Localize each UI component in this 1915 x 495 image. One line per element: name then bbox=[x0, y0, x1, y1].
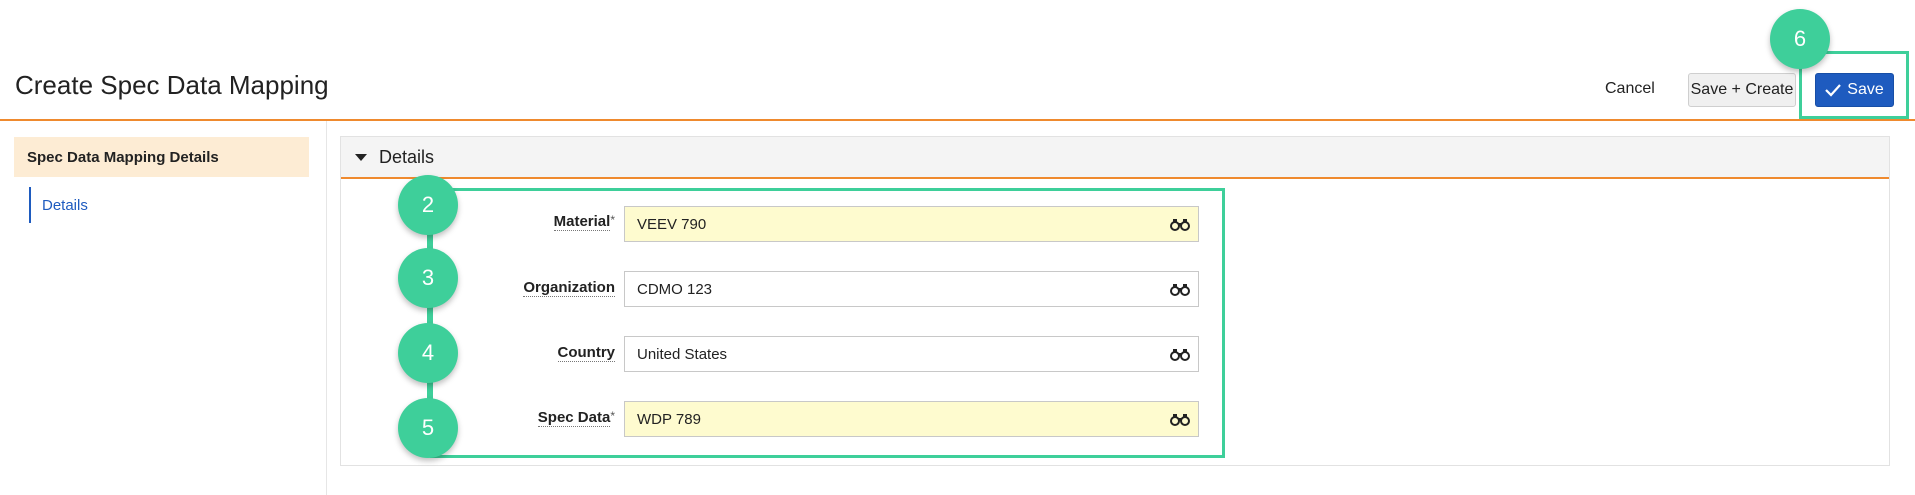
sidebar-section-details[interactable]: Spec Data Mapping Details bbox=[14, 137, 309, 177]
caret-down-icon[interactable] bbox=[355, 153, 367, 161]
material-value: VEEV 790 bbox=[637, 215, 707, 233]
spec-data-label-text: Spec Data bbox=[537, 409, 611, 427]
country-label-text: Country bbox=[557, 344, 615, 362]
country-value: United States bbox=[637, 345, 728, 363]
organization-field[interactable]: CDMO 123 bbox=[624, 271, 1199, 307]
spec-data-value: WDP 789 bbox=[637, 410, 701, 428]
required-marker: * bbox=[610, 409, 615, 423]
cancel-button[interactable]: Cancel bbox=[1605, 80, 1655, 98]
sidebar: Spec Data Mapping Details Details bbox=[0, 121, 327, 495]
details-section-title: Details bbox=[379, 146, 435, 167]
binoculars-icon[interactable] bbox=[1170, 347, 1190, 361]
callout-5: 5 bbox=[398, 398, 458, 458]
material-label-text: Material bbox=[553, 213, 611, 231]
binoculars-icon[interactable] bbox=[1170, 217, 1190, 231]
details-section-header[interactable]: Details bbox=[341, 137, 1889, 179]
callout-2: 2 bbox=[398, 175, 458, 235]
binoculars-icon[interactable] bbox=[1170, 282, 1190, 296]
required-marker: * bbox=[610, 213, 615, 227]
organization-value: CDMO 123 bbox=[637, 280, 713, 298]
callout-3: 3 bbox=[398, 248, 458, 308]
callout-6: 6 bbox=[1770, 9, 1830, 69]
organization-label-text: Organization bbox=[523, 279, 615, 297]
binoculars-icon[interactable] bbox=[1170, 412, 1190, 426]
page-header: Create Spec Data Mapping Cancel Save + C… bbox=[0, 0, 1915, 121]
material-label: Material* bbox=[430, 213, 615, 231]
spec-data-field[interactable]: WDP 789 bbox=[624, 401, 1199, 437]
material-field[interactable]: VEEV 790 bbox=[624, 206, 1199, 242]
page-title: Create Spec Data Mapping bbox=[15, 70, 329, 100]
country-field[interactable]: United States bbox=[624, 336, 1199, 372]
save-create-button[interactable]: Save + Create bbox=[1688, 73, 1796, 107]
callout-4: 4 bbox=[398, 323, 458, 383]
sidebar-item-details[interactable]: Details bbox=[29, 187, 88, 223]
